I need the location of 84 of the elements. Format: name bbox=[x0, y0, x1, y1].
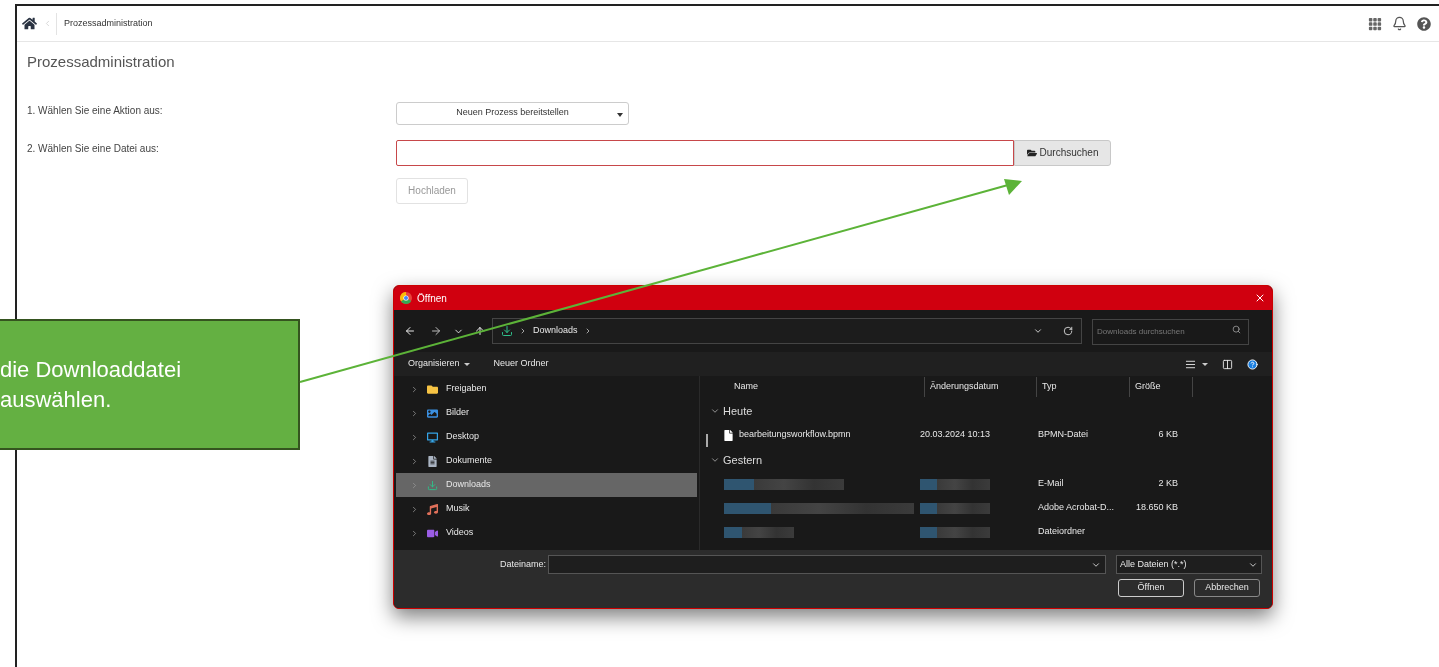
refresh-icon[interactable] bbox=[1063, 326, 1073, 336]
file-input[interactable] bbox=[396, 139, 1014, 166]
chevron-icon[interactable] bbox=[410, 432, 419, 442]
chevron-icon bbox=[519, 327, 527, 335]
action-dropdown[interactable]: Neuen Prozess bereitstellen bbox=[396, 101, 629, 125]
file-name[interactable]: bearbeitungsworkflow.bpmn bbox=[739, 428, 851, 442]
organize-menu[interactable]: Organisieren bbox=[408, 357, 470, 371]
chevron-icon[interactable] bbox=[410, 504, 419, 514]
chevron-icon bbox=[43, 19, 52, 28]
search-icon bbox=[1232, 325, 1241, 335]
column-header[interactable]: Änderungsdatum bbox=[925, 377, 1037, 397]
caret-icon bbox=[617, 112, 623, 117]
close-icon[interactable] bbox=[1254, 292, 1266, 304]
caret-icon[interactable] bbox=[1202, 362, 1208, 366]
file-label: 2. Wählen Sie eine Datei aus: bbox=[27, 141, 160, 156]
blurred-text bbox=[920, 502, 990, 514]
forward-icon[interactable] bbox=[430, 325, 442, 337]
dialog-title: Öffnen bbox=[417, 291, 447, 306]
column-header[interactable]: Typ bbox=[1037, 377, 1130, 397]
path-segment[interactable]: Downloads bbox=[533, 324, 578, 338]
group-header[interactable]: Heute bbox=[710, 399, 1272, 423]
address-bar[interactable]: Downloads bbox=[492, 318, 1082, 344]
browser-logo-icon bbox=[400, 292, 412, 304]
file-icon bbox=[724, 429, 733, 441]
nav-item[interactable]: Videos bbox=[396, 521, 697, 545]
filename-label: Dateiname: bbox=[498, 557, 546, 571]
folder-icon bbox=[427, 383, 438, 395]
video-icon bbox=[427, 527, 438, 539]
group-header[interactable]: Gestern bbox=[710, 448, 1272, 472]
file-size: 6 KB bbox=[1157, 428, 1178, 442]
nav-item[interactable]: Musik bbox=[396, 497, 697, 521]
home-icon[interactable] bbox=[22, 16, 37, 31]
folder-icon bbox=[1026, 147, 1037, 158]
blurred-text bbox=[920, 526, 990, 538]
view-list-icon[interactable] bbox=[1185, 358, 1196, 370]
search-field[interactable]: Downloads durchsuchen bbox=[1092, 318, 1249, 345]
file-size: 18.650 KB bbox=[1134, 501, 1178, 515]
chevron-icon[interactable] bbox=[410, 528, 419, 538]
new-folder-button[interactable]: Neuer Ordner bbox=[493, 357, 549, 371]
file-type: E-Mail bbox=[1038, 477, 1065, 491]
download-icon bbox=[427, 479, 438, 491]
chevron-icon[interactable] bbox=[410, 408, 419, 418]
desktop-icon bbox=[427, 431, 438, 443]
up-icon[interactable] bbox=[474, 325, 486, 337]
column-header[interactable]: Name bbox=[710, 377, 925, 397]
nav-item[interactable]: Freigaben bbox=[396, 377, 697, 401]
file-type-dropdown[interactable]: Alle Dateien (*.*) bbox=[1116, 555, 1262, 574]
browse-button[interactable]: Durchsuchen bbox=[1014, 139, 1111, 166]
apps-grid-icon[interactable] bbox=[1368, 16, 1382, 31]
chevron-icon[interactable] bbox=[410, 456, 419, 466]
file-type: Dateiordner bbox=[1038, 525, 1087, 539]
help-icon[interactable] bbox=[1417, 16, 1431, 31]
file-size: 2 KB bbox=[1157, 477, 1178, 491]
back-icon[interactable] bbox=[404, 325, 416, 337]
file-date: 20.03.2024 10:13 bbox=[920, 429, 991, 440]
file-type: BPMN-Datei bbox=[1038, 428, 1089, 442]
picture-icon bbox=[427, 407, 438, 419]
column-header[interactable]: Größe bbox=[1130, 377, 1193, 397]
open-button[interactable]: Öffnen bbox=[1118, 579, 1184, 597]
action-label: 1. Wählen Sie eine Aktion aus: bbox=[27, 103, 164, 118]
chevron-icon[interactable] bbox=[1033, 326, 1043, 336]
cancel-button[interactable]: Abbrechen bbox=[1194, 579, 1260, 597]
help-icon[interactable] bbox=[1247, 358, 1258, 370]
nav-item[interactable]: Bilder bbox=[396, 401, 697, 425]
filename-field[interactable] bbox=[548, 555, 1106, 574]
chevron-icon[interactable] bbox=[410, 384, 419, 394]
download-icon bbox=[501, 325, 513, 337]
nav-item[interactable]: Desktop bbox=[396, 425, 697, 449]
chevron-icon bbox=[710, 455, 720, 465]
breadcrumb[interactable]: Prozessadministration bbox=[64, 16, 153, 31]
callout-text: die Downloaddatei auswählen. bbox=[0, 355, 183, 414]
preview-pane-icon[interactable] bbox=[1222, 358, 1233, 370]
caret-icon bbox=[463, 362, 470, 366]
bell-icon[interactable] bbox=[1392, 16, 1407, 31]
document-icon bbox=[427, 455, 438, 467]
scrollbar bbox=[706, 434, 708, 447]
file-type: Adobe Acrobat-D... bbox=[1038, 501, 1116, 515]
music-icon bbox=[427, 503, 438, 515]
blurred-text bbox=[920, 478, 990, 490]
chevron-icon bbox=[710, 406, 720, 416]
nav-item[interactable]: Downloads bbox=[396, 473, 697, 497]
nav-item[interactable]: Dokumente bbox=[396, 449, 697, 473]
blurred-text bbox=[724, 526, 794, 538]
page-title: Prozessadministration bbox=[27, 52, 176, 72]
